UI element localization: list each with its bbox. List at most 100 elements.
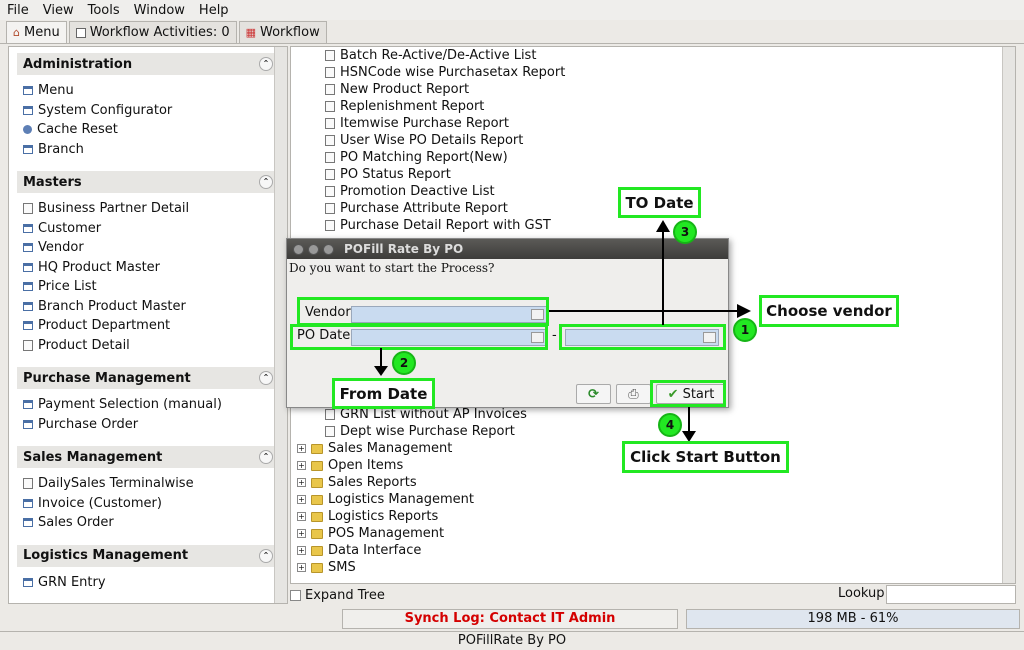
- sidebar-item-branch-product-master[interactable]: Branch Product Master: [23, 297, 279, 317]
- dialog-title: POFill Rate By PO: [344, 242, 464, 256]
- sidebar-item-price-list[interactable]: Price List: [23, 277, 279, 297]
- document-icon: [325, 426, 335, 437]
- tab-workflow[interactable]: ▦ Workflow: [238, 21, 327, 43]
- window-icon: [23, 577, 33, 587]
- tab-workflow-activities-label: Workflow Activities: 0: [89, 25, 230, 40]
- maximize-icon[interactable]: [323, 243, 334, 255]
- tree-folder-label: Sales Management: [328, 441, 453, 456]
- document-icon: [325, 101, 335, 112]
- sidebar-item-hq-product-master[interactable]: HQ Product Master: [23, 258, 279, 278]
- tree-node[interactable]: Dept wise Purchase Report: [325, 423, 515, 440]
- sidebar-item-system-configurator[interactable]: System Configurator: [23, 101, 279, 121]
- tree-node[interactable]: HSNCode wise Purchasetax Report: [325, 64, 565, 81]
- tree-node[interactable]: Promotion Deactive List: [325, 183, 495, 200]
- sidebar-item-customer[interactable]: Customer: [23, 219, 279, 239]
- tree-folder[interactable]: + Sales Management: [297, 440, 452, 457]
- tree-folder[interactable]: + Logistics Management: [297, 491, 474, 508]
- menu-file[interactable]: File: [0, 3, 36, 18]
- tree-node[interactable]: New Product Report: [325, 81, 469, 98]
- tree-folder-label: POS Management: [328, 526, 445, 541]
- section-header[interactable]: Sales Management ⌃: [17, 446, 279, 468]
- expand-icon[interactable]: +: [297, 444, 306, 453]
- tree-scrollbar[interactable]: [1002, 47, 1015, 583]
- sidebar-item-grn-entry[interactable]: GRN Entry: [23, 573, 279, 593]
- menu-help[interactable]: Help: [192, 3, 236, 18]
- sidebar-item-business-partner-detail[interactable]: Business Partner Detail: [23, 199, 279, 219]
- window-icon: [23, 243, 33, 253]
- checkbox-icon[interactable]: [290, 589, 301, 601]
- tab-bar: ⌂ Menu Workflow Activities: 0 ▦ Workflow: [0, 20, 1024, 44]
- collapse-icon[interactable]: ⌃: [259, 371, 273, 385]
- expand-icon[interactable]: +: [297, 512, 306, 521]
- section-title: Administration: [23, 56, 133, 72]
- sidebar-item-dailysales-terminalwise[interactable]: DailySales Terminalwise: [23, 474, 279, 494]
- expand-icon[interactable]: +: [297, 461, 306, 470]
- sidebar-item-label: HQ Product Master: [38, 259, 161, 275]
- tree-node[interactable]: PO Matching Report(New): [325, 149, 508, 166]
- sidebar-item-label: Menu: [38, 83, 74, 99]
- sidebar-item-product-detail[interactable]: Product Detail: [23, 336, 279, 356]
- tree-folder[interactable]: + Open Items: [297, 457, 403, 474]
- menu-bar: File View Tools Window Help: [0, 0, 1024, 20]
- expand-icon[interactable]: +: [297, 546, 306, 555]
- refresh-button[interactable]: ⟳: [576, 384, 611, 404]
- expand-icon[interactable]: +: [297, 563, 306, 572]
- tree-folder[interactable]: + POS Management: [297, 525, 444, 542]
- window-icon: [23, 321, 33, 331]
- section-masters: Masters ⌃ Business Partner Detail Custome…: [17, 171, 279, 361]
- print-button[interactable]: ⎙: [616, 384, 651, 404]
- collapse-icon[interactable]: ⌃: [259, 175, 273, 189]
- section-header[interactable]: Purchase Management ⌃: [17, 367, 279, 389]
- sidebar-item-purchase-order[interactable]: Purchase Order: [23, 415, 279, 435]
- sidebar-item-invoice-customer[interactable]: Invoice (Customer): [23, 494, 279, 514]
- minimize-icon[interactable]: [308, 243, 319, 255]
- tree-node[interactable]: Itemwise Purchase Report: [325, 115, 509, 132]
- tree-folder[interactable]: + Sales Reports: [297, 474, 417, 491]
- folder-icon: [311, 545, 323, 556]
- synch-log-button[interactable]: Synch Log: Contact IT Admin: [342, 609, 678, 629]
- arrow-head-icon: [374, 366, 388, 376]
- tab-workflow-activities[interactable]: Workflow Activities: 0: [68, 21, 237, 43]
- section-header[interactable]: Masters ⌃: [17, 171, 279, 193]
- callout-to-date: TO Date: [618, 187, 701, 218]
- sidebar-item-label: Product Detail: [38, 337, 130, 353]
- tree-node-label: New Product Report: [340, 82, 470, 97]
- expand-icon[interactable]: +: [297, 478, 306, 487]
- collapse-icon[interactable]: ⌃: [259, 450, 273, 464]
- section-header[interactable]: Administration ⌃: [17, 53, 279, 75]
- lookup-input[interactable]: [886, 585, 1016, 604]
- sidebar-item-menu[interactable]: Menu: [23, 81, 279, 101]
- folder-icon: [311, 494, 323, 505]
- tree-folder[interactable]: + Logistics Reports: [297, 508, 438, 525]
- collapse-icon[interactable]: ⌃: [259, 548, 273, 563]
- sidebar-item-payment-selection[interactable]: Payment Selection (manual): [23, 395, 279, 415]
- tree-node[interactable]: User Wise PO Details Report: [325, 132, 523, 149]
- expand-icon[interactable]: +: [297, 495, 306, 504]
- expand-tree-checkbox[interactable]: Expand Tree: [290, 586, 385, 604]
- tree-node[interactable]: Purchase Attribute Report: [325, 200, 508, 217]
- tree-folder[interactable]: + Data Interface: [297, 542, 421, 559]
- tree-node[interactable]: Purchase Detail Report with GST: [325, 217, 551, 234]
- folder-icon: [311, 460, 323, 471]
- sidebar-item-vendor[interactable]: Vendor: [23, 238, 279, 258]
- document-icon: [325, 118, 335, 129]
- sidebar-item-branch[interactable]: Branch: [23, 140, 279, 160]
- tree-node[interactable]: PO Status Report: [325, 166, 451, 183]
- sidebar-item-product-department[interactable]: Product Department: [23, 316, 279, 336]
- expand-icon[interactable]: +: [297, 529, 306, 538]
- callout-choose-vendor: Choose vendor: [759, 295, 899, 327]
- menu-window[interactable]: Window: [127, 3, 192, 18]
- tree-folder[interactable]: + SMS: [297, 559, 356, 576]
- tree-node[interactable]: Batch Re-Active/De-Active List: [325, 47, 536, 64]
- sidebar-item-cache-reset[interactable]: Cache Reset: [23, 120, 279, 140]
- sidebar-item-sales-order[interactable]: Sales Order: [23, 513, 279, 533]
- menu-view[interactable]: View: [36, 3, 81, 18]
- menu-tools[interactable]: Tools: [81, 3, 127, 18]
- section-header[interactable]: Logistics Management ⌃: [17, 544, 279, 567]
- tab-menu[interactable]: ⌂ Menu: [6, 21, 67, 43]
- collapse-icon[interactable]: ⌃: [259, 57, 273, 71]
- sidebar-item-label: Branch: [38, 141, 84, 157]
- tab-workflow-label: Workflow: [260, 25, 320, 40]
- close-icon[interactable]: [293, 243, 304, 255]
- tree-node[interactable]: Replenishment Report: [325, 98, 484, 115]
